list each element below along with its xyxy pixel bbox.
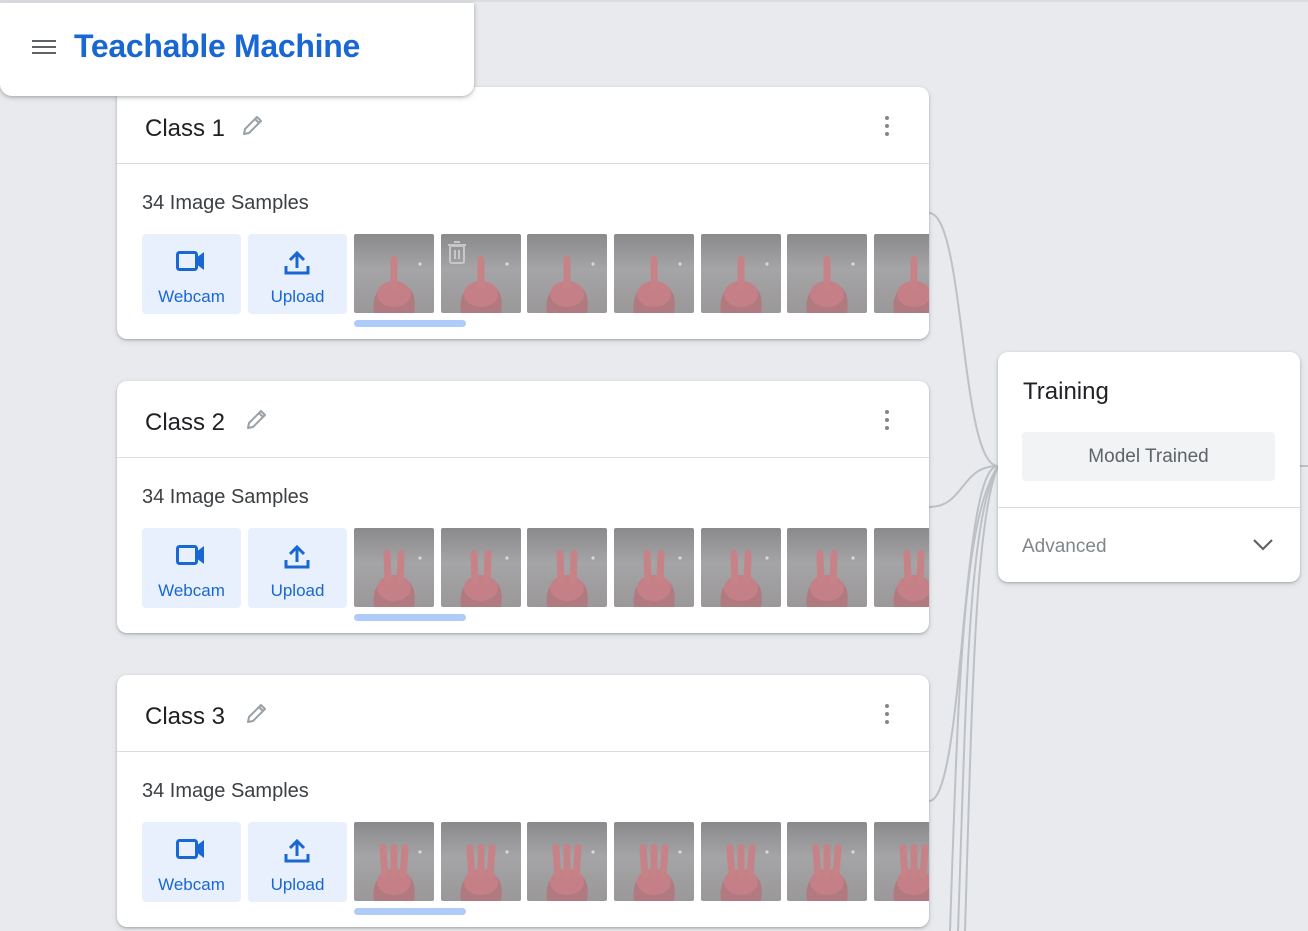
pencil-icon[interactable] xyxy=(239,113,265,139)
sample-thumbnail[interactable] xyxy=(614,822,694,901)
class-card-2: Class 2 34 Image Samples Webcam Upload xyxy=(117,381,929,633)
pencil-icon[interactable] xyxy=(243,407,269,433)
upload-button[interactable]: Upload xyxy=(248,822,347,902)
upload-icon xyxy=(284,250,310,275)
webcam-label: Webcam xyxy=(158,287,225,306)
upload-button[interactable]: Upload xyxy=(248,528,347,608)
videocam-icon xyxy=(176,839,204,859)
advanced-label: Advanced xyxy=(1022,536,1107,557)
sample-progress-bar xyxy=(354,908,466,915)
sample-thumbnail[interactable] xyxy=(354,822,434,901)
advanced-toggle[interactable]: Advanced xyxy=(998,507,1300,583)
hand-gesture-image xyxy=(893,256,929,313)
hand-gesture-image xyxy=(373,256,422,313)
sample-thumbnail[interactable] xyxy=(787,528,867,607)
sample-thumbnail[interactable] xyxy=(874,822,929,901)
chevron-down-icon xyxy=(1253,539,1273,551)
hand-gesture-image xyxy=(806,256,855,313)
pencil-icon[interactable] xyxy=(243,701,269,727)
samples-label: 34 Image Samples xyxy=(142,780,309,802)
class-card-header: Class 1 xyxy=(117,87,929,164)
sample-thumbnail[interactable] xyxy=(874,234,929,313)
upload-label: Upload xyxy=(270,581,325,600)
training-title: Training xyxy=(1023,378,1109,405)
class-name[interactable]: Class 1 xyxy=(145,115,225,143)
hand-gesture-image xyxy=(893,844,929,901)
sample-thumbnail[interactable] xyxy=(527,822,607,901)
sample-thumbnail[interactable] xyxy=(614,528,694,607)
more-vert-icon[interactable] xyxy=(881,116,893,142)
hand-gesture-image xyxy=(720,256,769,313)
hand-gesture-image xyxy=(633,550,682,607)
sample-thumbnail[interactable] xyxy=(701,234,781,313)
hand-gesture-image xyxy=(373,550,422,607)
samples-label: 34 Image Samples xyxy=(142,486,309,508)
sample-thumbnail[interactable] xyxy=(527,528,607,607)
upload-button[interactable]: Upload xyxy=(248,234,347,314)
hand-gesture-image xyxy=(373,844,422,901)
app-title[interactable]: Teachable Machine xyxy=(74,28,360,65)
app-header: Teachable Machine xyxy=(0,3,474,96)
sample-thumbnail[interactable] xyxy=(441,822,521,901)
hand-gesture-image xyxy=(546,844,595,901)
more-vert-icon[interactable] xyxy=(881,704,893,730)
sample-thumbnail[interactable] xyxy=(701,528,781,607)
upload-label: Upload xyxy=(270,875,325,894)
hand-gesture-image xyxy=(720,844,769,901)
webcam-button[interactable]: Webcam xyxy=(142,234,241,314)
more-vert-icon[interactable] xyxy=(881,410,893,436)
class-card-header: Class 2 xyxy=(117,381,929,458)
hand-gesture-image xyxy=(633,844,682,901)
samples-label: 34 Image Samples xyxy=(142,192,309,214)
hand-gesture-image xyxy=(720,550,769,607)
class-card-1: Class 1 34 Image Samples Webcam Upload xyxy=(117,87,929,339)
sample-thumbnail[interactable] xyxy=(787,234,867,313)
upload-label: Upload xyxy=(270,287,325,306)
sample-thumbnail[interactable] xyxy=(787,822,867,901)
sample-thumbnail[interactable] xyxy=(701,822,781,901)
class-card-3: Class 3 34 Image Samples Webcam Upload xyxy=(117,675,929,927)
sample-thumbnail[interactable] xyxy=(527,234,607,313)
sample-thumbnail[interactable] xyxy=(354,528,434,607)
class-name[interactable]: Class 2 xyxy=(145,409,225,437)
sample-thumbnail[interactable] xyxy=(441,528,521,607)
videocam-icon xyxy=(176,545,204,565)
training-panel: Training Model Trained Advanced xyxy=(998,352,1300,582)
trash-icon[interactable] xyxy=(446,239,468,265)
sample-thumbnail[interactable] xyxy=(441,234,521,313)
menu-icon[interactable] xyxy=(32,38,56,58)
hand-gesture-image xyxy=(460,844,509,901)
webcam-label: Webcam xyxy=(158,581,225,600)
sample-thumbnail[interactable] xyxy=(614,234,694,313)
videocam-icon xyxy=(176,251,204,271)
webcam-button[interactable]: Webcam xyxy=(142,528,241,608)
class-name[interactable]: Class 3 xyxy=(145,703,225,731)
hand-gesture-image xyxy=(633,256,682,313)
hand-gesture-image xyxy=(546,256,595,313)
webcam-button[interactable]: Webcam xyxy=(142,822,241,902)
webcam-label: Webcam xyxy=(158,875,225,894)
upload-icon xyxy=(284,838,310,863)
hand-gesture-image xyxy=(893,550,929,607)
sample-thumbnail[interactable] xyxy=(354,234,434,313)
class-card-header: Class 3 xyxy=(117,675,929,752)
sample-thumbnail[interactable] xyxy=(874,528,929,607)
hand-gesture-image xyxy=(806,844,855,901)
model-trained-button[interactable]: Model Trained xyxy=(1022,432,1275,481)
sample-progress-bar xyxy=(354,320,466,327)
hand-gesture-image xyxy=(460,550,509,607)
hand-gesture-image xyxy=(806,550,855,607)
upload-icon xyxy=(284,544,310,569)
sample-progress-bar xyxy=(354,614,466,621)
hand-gesture-image xyxy=(546,550,595,607)
